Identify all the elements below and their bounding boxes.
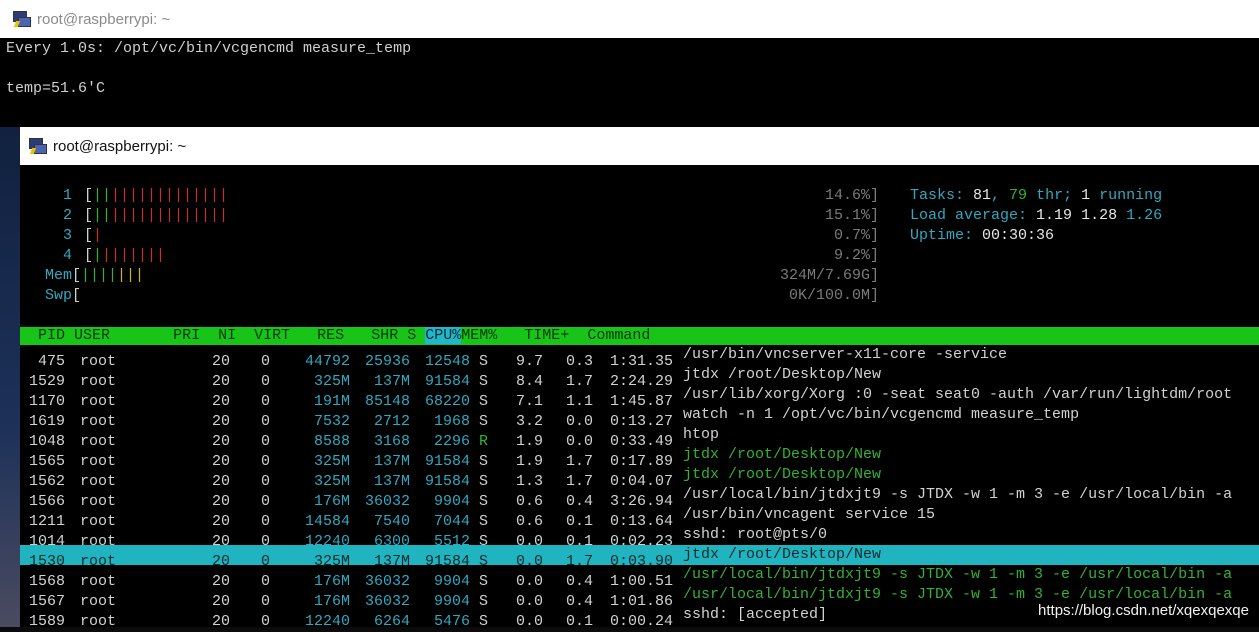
front-window-title: root@raspberrypi: ~: [53, 137, 187, 155]
cell-pri: 20: [211, 613, 230, 630]
putty-icon: [12, 10, 31, 28]
process-row-selected[interactable]: 1530 root 20 0 325M 137M 91584 S 0.0 1.7 0:03.90 jt…: [20, 545, 1259, 570]
col-pri[interactable]: PRI: [173, 327, 200, 344]
cell-command: /usr/local/bin/jtdxjt9 -s JTDX -w 1 -m 3…: [683, 566, 1233, 583]
load-average-stat: Load average: 1.19 1.28 1.26: [910, 207, 1163, 224]
col-virt[interactable]: VIRT: [254, 327, 290, 344]
meter-value: 14.6%]: [824, 187, 879, 204]
cell-command: /usr/local/bin/jtdxjt9 -s JTDX -w 1 -m 3…: [683, 486, 1233, 503]
back-window-title: root@raspberrypi: ~: [37, 10, 171, 28]
watch-header: Every 1.0s: /opt/vc/bin/vcgencmd measure…: [6, 40, 412, 57]
cell-command: jtdx /root/Desktop/New: [683, 466, 882, 483]
col-mem[interactable]: MEM%: [461, 327, 497, 344]
process-table-header[interactable]: PID USER PRI NI VIRT RES SHR S CPU%MEM% …: [20, 327, 1259, 345]
col-ni[interactable]: NI: [218, 327, 236, 344]
cell-time: 0:00.24: [609, 613, 673, 630]
col-pid[interactable]: PID: [20, 327, 65, 344]
cell-mem: 0.1: [565, 613, 593, 630]
tasks-stat: Tasks: 81, 79 thr; 1 running: [910, 187, 1163, 204]
col-user[interactable]: USER: [74, 327, 110, 344]
putty-icon: [28, 137, 47, 155]
meter-value: 0.7%]: [833, 227, 879, 244]
process-row[interactable]: 1529 root 20 0 325M 137M 91584 S 8.4 1.7 2:24.29 jt…: [20, 365, 1259, 390]
cell-command: sshd: root@pts/0: [683, 526, 828, 543]
watermark: https://blog.csdn.net/xqexqexqe: [1038, 602, 1249, 619]
cell-command: /usr/bin/vncserver-x11-core -service: [683, 346, 1008, 363]
cell-state: S: [479, 613, 489, 630]
process-row[interactable]: 1562 root 20 0 325M 137M 91584 S 1.3 1.7 0:04.07 jt…: [20, 465, 1259, 490]
temp-readout: temp=51.6'C: [6, 80, 106, 97]
process-row[interactable]: 1170 root 20 0 191M 85148 68220 S 7.1 1.1 1:45.87/…: [20, 385, 1259, 410]
col-res[interactable]: RES: [317, 327, 344, 344]
col-shr[interactable]: SHR: [371, 327, 398, 344]
htop-terminal[interactable]: 1 [||||||||||||||| 14.6%] 2 [|||||||||||||||…: [20, 165, 1259, 630]
meter-value: 15.1%]: [824, 207, 879, 224]
cell-user: root: [80, 613, 117, 630]
cell-cpu: 0.0: [515, 613, 543, 630]
process-row[interactable]: 1619 root 20 0 7532 2712 1968 S 3.2 0.0 0:13.27 wat…: [20, 405, 1259, 430]
process-row[interactable]: 475 root 20 0 44792 25936 12548 S 9.7 0.3 1:31.35/…: [20, 345, 1259, 370]
meter-value: 9.2%]: [833, 247, 879, 264]
cell-command: jtdx /root/Desktop/New: [683, 446, 882, 463]
process-row[interactable]: 1014 root 20 0 12240 6300 5512 S 0.0 0.1 0:02.23 ss…: [20, 525, 1259, 550]
cell-command: htop: [683, 426, 720, 443]
process-row[interactable]: 1048 root 20 0 8588 3168 2296 R 1.9 0.0 0:33.49 hto…: [20, 425, 1259, 450]
cell-command: watch -n 1 /opt/vc/bin/vcgencmd measure_…: [683, 406, 1080, 423]
col-command[interactable]: Command: [587, 327, 650, 344]
col-time[interactable]: TIME+: [524, 327, 569, 344]
col-s[interactable]: S: [407, 327, 416, 344]
cell-command: jtdx /root/Desktop/New: [683, 366, 882, 383]
cell-command: jtdx /root/Desktop/New: [683, 546, 882, 563]
back-window-terminal[interactable]: Every 1.0s: /opt/vc/bin/vcgencmd measure…: [0, 38, 1259, 127]
process-row[interactable]: 1211 root 20 0 14584 7540 7044 S 0.6 0.1 0:13.64/u…: [20, 505, 1259, 530]
meter-value: 0K/100.0M]: [788, 287, 879, 304]
cell-res: 6264: [373, 613, 410, 630]
process-row[interactable]: 1568 root 20 0 176M 36032 9904 S 0.0 0.4 1:00.51/u…: [20, 565, 1259, 590]
process-row[interactable]: 1566 root 20 0 176M 36032 9904 S 0.6 0.4 3:26.94/u…: [20, 485, 1259, 510]
meter-value: 324M/7.69G]: [779, 267, 879, 284]
cell-pid: 1589: [28, 613, 65, 630]
front-window-titlebar[interactable]: root@raspberrypi: ~: [20, 127, 1259, 165]
col-cpu-sorted[interactable]: CPU%: [425, 327, 462, 344]
back-window-titlebar[interactable]: root@raspberrypi: ~: [0, 0, 1259, 38]
cell-command: /usr/bin/vncagent service 15: [683, 506, 936, 523]
cell-command: /usr/lib/xorg/Xorg :0 -seat seat0 -auth …: [683, 386, 1233, 403]
cell-ni: 0: [260, 613, 270, 630]
cell-virt: 12240: [304, 613, 350, 630]
process-row[interactable]: 1565 root 20 0 325M 137M 91584 S 1.9 1.7 0:17.89 jt…: [20, 445, 1259, 470]
cell-shr: 5476: [433, 613, 470, 630]
uptime-stat: Uptime: 00:30:36: [910, 227, 1055, 244]
desktop-background: [0, 127, 20, 627]
